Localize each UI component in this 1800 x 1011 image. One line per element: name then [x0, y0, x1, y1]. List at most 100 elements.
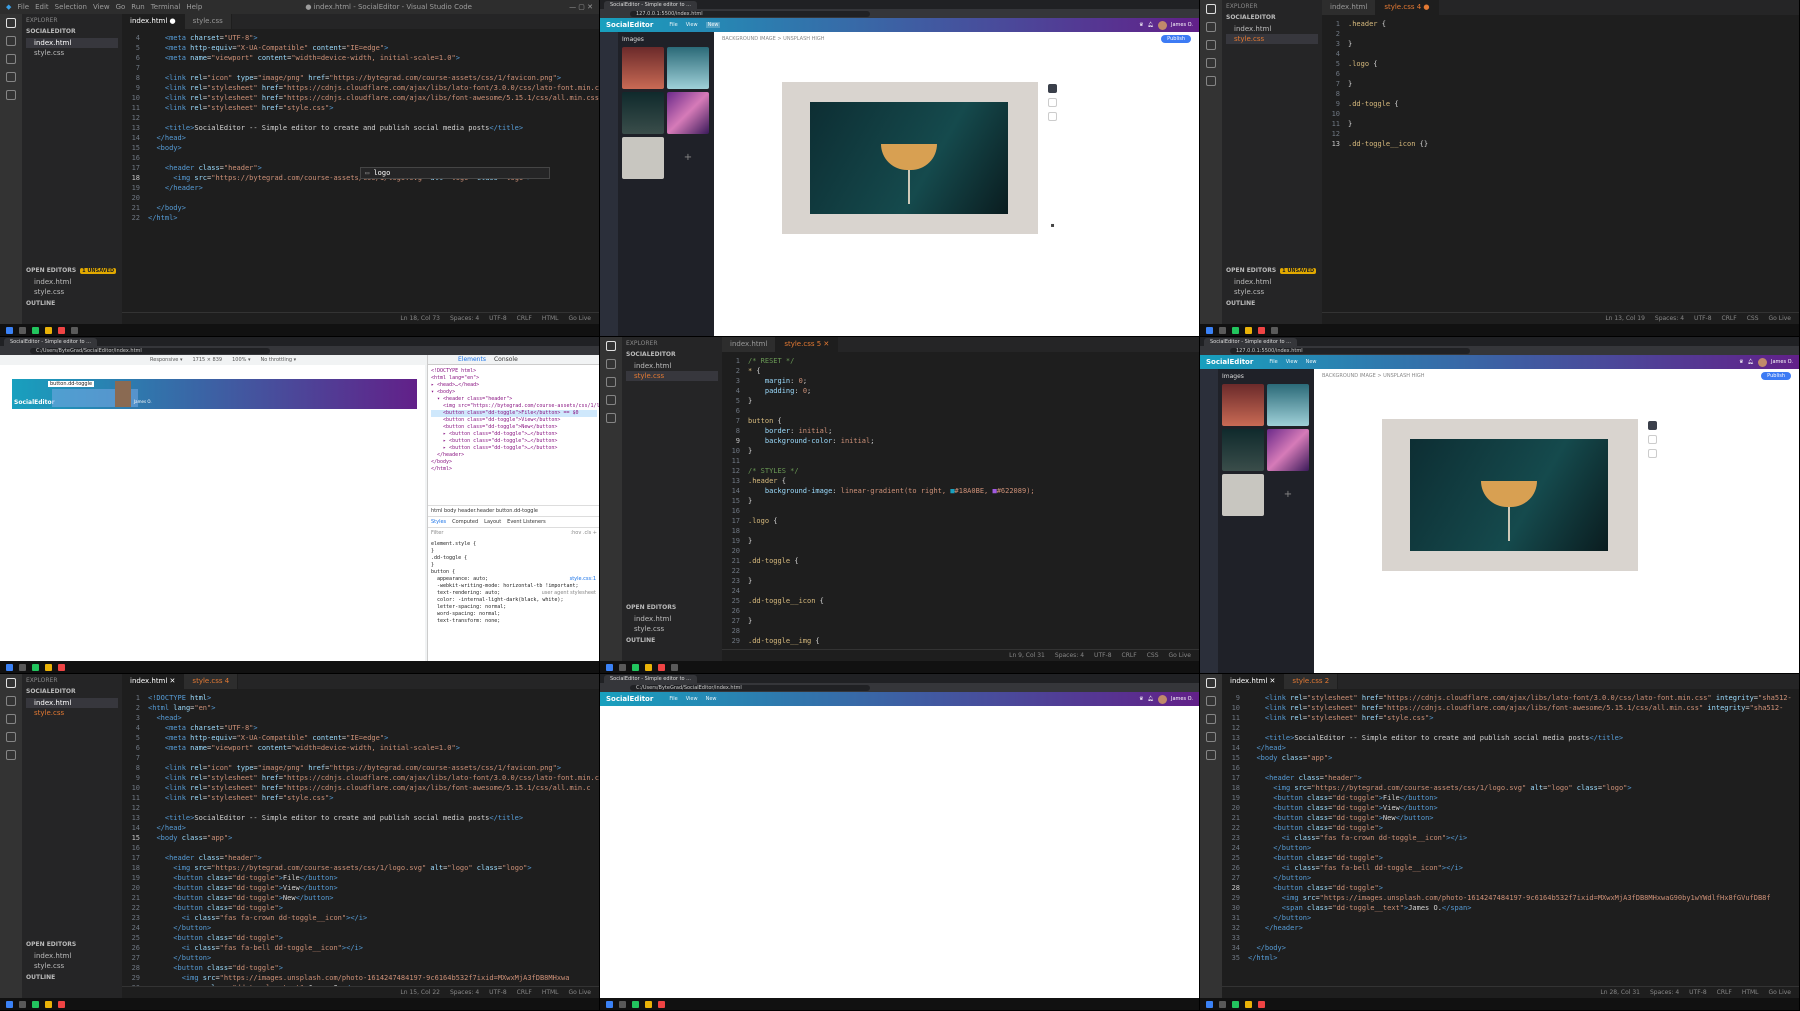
layer-icon[interactable] [1048, 84, 1057, 93]
code-line[interactable]: 12 /* STYLES */ [722, 466, 1199, 476]
code-line[interactable]: 26 <i class="fas fa-bell dd-toggle__icon… [122, 943, 599, 953]
bell-icon[interactable]: 🔔︎ [1148, 696, 1154, 702]
code-line[interactable]: 13 .dd-toggle__icon {} [1322, 139, 1799, 149]
code-line[interactable]: 15} [722, 496, 1199, 506]
file-index-html[interactable]: index.html [26, 698, 118, 708]
code-line[interactable]: 5 <meta http-equiv="X-UA-Compatible" con… [122, 43, 599, 53]
thumb-mountains[interactable] [1267, 384, 1309, 426]
code-line[interactable]: 27} [722, 616, 1199, 626]
status-item[interactable]: Go Live [569, 989, 591, 996]
tab-index-html[interactable]: index.html ✕ [1222, 674, 1285, 689]
code-line[interactable]: 28 <button class="dd-toggle"> [1222, 883, 1799, 893]
code-line[interactable]: 8 border: initial; [722, 426, 1199, 436]
file-style-css[interactable]: style.css [626, 371, 718, 381]
tab-styles[interactable]: Styles [431, 519, 446, 525]
code-line[interactable]: 19 </header> [122, 183, 599, 193]
style-rule-line[interactable]: element.style { [431, 541, 597, 548]
dom-tree[interactable]: <!DOCTYPE html> <html lang="en"> ▸ <head>…… [428, 365, 599, 505]
code-line[interactable]: 24 </button> [122, 923, 599, 933]
status-item[interactable]: Spaces: 4 [1655, 315, 1684, 322]
code-area[interactable]: 9 <link rel="stylesheet" href="https://c… [1222, 689, 1799, 986]
code-line[interactable]: 20 <button class="dd-toggle">View</butto… [122, 883, 599, 893]
run-icon[interactable] [6, 72, 16, 82]
code-line[interactable]: 7 [122, 753, 599, 763]
dom-node[interactable]: ▾ <header class="header"> [431, 396, 597, 403]
dom-node[interactable]: ▸ <button class="dd-toggle">…</button> [431, 438, 597, 445]
tab-elements[interactable]: Elements [458, 356, 486, 363]
pen-icon[interactable] [1048, 112, 1057, 121]
code-line[interactable]: 9 <link rel="stylesheet" href="https://c… [1222, 693, 1799, 703]
crop-icon[interactable] [1048, 98, 1057, 107]
code-area[interactable]: 1/* RESET */2 * {3 margin: 0; 4 padding: 0… [722, 352, 1199, 649]
thumb-abstract[interactable] [1267, 429, 1309, 471]
search-icon[interactable] [606, 359, 616, 369]
run-icon[interactable] [1206, 58, 1216, 68]
run-icon[interactable] [6, 732, 16, 742]
code-line[interactable]: 9 background-color: initial; [722, 436, 1199, 446]
open-editor-item[interactable]: index.html [26, 277, 118, 287]
status-item[interactable]: Go Live [1769, 315, 1791, 322]
code-line[interactable]: 21 .dd-toggle { [722, 556, 1199, 566]
code-line[interactable]: 20 [722, 546, 1199, 556]
code-line[interactable]: 29 .dd-toggle__img { [722, 636, 1199, 646]
code-line[interactable]: 31 </button> [1222, 913, 1799, 923]
dom-node[interactable]: ▸ <head>…</head> [431, 382, 597, 389]
trash-icon[interactable]: ▪ [1048, 222, 1057, 231]
code-line[interactable]: 35 </html> [1222, 953, 1799, 963]
code-line[interactable]: 12 [122, 803, 599, 813]
code-line[interactable]: 22 [722, 566, 1199, 576]
run-icon[interactable] [606, 395, 616, 405]
code-area[interactable]: 1 .header {2 3} 4 5 .logo {6 7} 8 9 .dd-toggle {1… [1322, 15, 1799, 312]
file-style-css[interactable]: style.css [26, 48, 118, 58]
code-line[interactable]: 8 <link rel="icon" type="image/png" href… [122, 73, 599, 83]
code-line[interactable]: 10 [1322, 109, 1799, 119]
file-style-css[interactable]: style.css [26, 708, 118, 718]
tab-layout[interactable]: Layout [484, 519, 501, 525]
menu-new[interactable]: New [1306, 359, 1317, 365]
style-rule-line[interactable]: letter-spacing: normal; [431, 604, 597, 611]
code-line[interactable]: 4 <meta charset="UTF-8"> [122, 33, 599, 43]
menu-file[interactable]: File [669, 22, 677, 28]
menu-new[interactable]: New [706, 696, 717, 702]
code-line[interactable]: 12 [1322, 129, 1799, 139]
code-line[interactable]: 5 <meta http-equiv="X-UA-Compatible" con… [122, 733, 599, 743]
code-line[interactable]: 32 </header> [1222, 923, 1799, 933]
menu-view[interactable]: View [686, 696, 698, 702]
thumb-portrait[interactable] [622, 47, 664, 89]
publish-button[interactable]: Publish [1161, 35, 1191, 43]
tab-index-html[interactable]: index.html ● [122, 14, 185, 29]
thumb-portrait[interactable] [1222, 384, 1264, 426]
code-line[interactable]: 16 [1222, 763, 1799, 773]
code-line[interactable]: 22 </html> [122, 213, 599, 223]
status-item[interactable]: CRLF [517, 315, 532, 322]
code-line[interactable]: 26 <i class="fas fa-bell dd-toggle__icon… [1222, 863, 1799, 873]
code-line[interactable]: 16 [722, 506, 1199, 516]
tab-index-html[interactable]: index.html [722, 337, 777, 352]
tool-rail[interactable] [1200, 369, 1218, 673]
code-line[interactable]: 21 <button class="dd-toggle">New</button… [122, 893, 599, 903]
code-line[interactable]: 29 <img src="https://images.unsplash.com… [1222, 893, 1799, 903]
search-icon[interactable] [6, 696, 16, 706]
search-icon[interactable] [1206, 22, 1216, 32]
dom-node[interactable]: <img src="https://bytegrad.com/course-as… [431, 403, 599, 410]
crown-icon[interactable]: ♛ [1139, 696, 1143, 702]
dom-node[interactable]: ▸ <button class="dd-toggle">…</button> [431, 445, 597, 452]
autocomplete-popup[interactable]: ▭ logo [360, 167, 550, 179]
address-bar[interactable]: C:/Users/ByteGrad/SocialEditor/index.htm… [30, 347, 270, 354]
status-item[interactable]: Ln 18, Col 73 [400, 315, 440, 322]
code-line[interactable]: 19} [722, 536, 1199, 546]
file-style-css[interactable]: style.css [1226, 34, 1318, 44]
code-line[interactable]: 1 /* RESET */ [722, 356, 1199, 366]
status-item[interactable]: Spaces: 4 [1650, 989, 1679, 996]
thumb-cocktail[interactable] [1222, 429, 1264, 471]
crop-icon[interactable] [1648, 435, 1657, 444]
dom-node[interactable]: <!DOCTYPE html> [431, 368, 597, 375]
tab-style-css[interactable]: style.css 2 [1284, 674, 1339, 689]
code-line[interactable]: 24 </button> [1222, 843, 1799, 853]
status-item[interactable]: UTF-8 [1689, 989, 1707, 996]
code-line[interactable]: 18 <img src="https://bytegrad.com/course… [1222, 783, 1799, 793]
tab-index-html[interactable]: index.html [1322, 0, 1377, 15]
post-canvas[interactable] [782, 82, 1038, 234]
user-name[interactable]: James O. [1771, 359, 1793, 365]
menu-bar[interactable]: File Edit Selection View Go Run Terminal Help [17, 3, 208, 11]
